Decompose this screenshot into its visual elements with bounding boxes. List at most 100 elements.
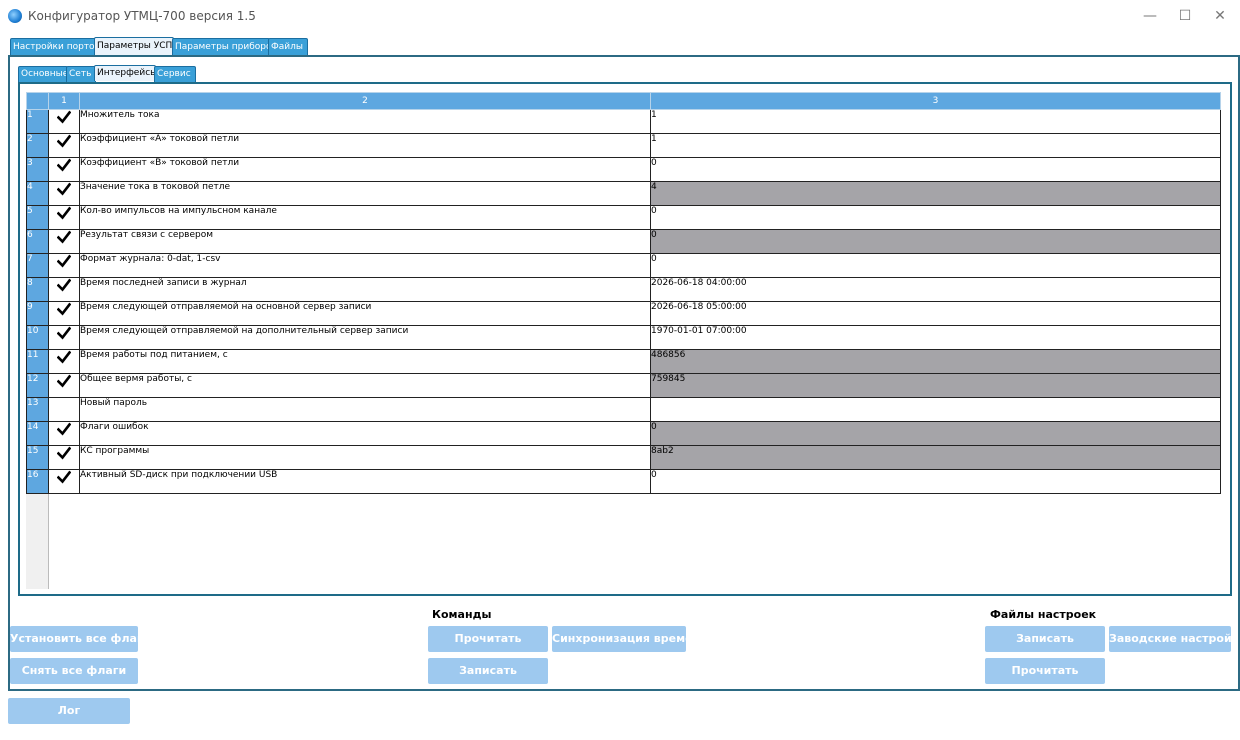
parameter-value[interactable]: 1 bbox=[650, 133, 1221, 158]
row-number[interactable]: 16 bbox=[26, 469, 49, 494]
table-row: 11 Время работы под питанием, с 486856 bbox=[26, 349, 1221, 374]
read-settings-file-button[interactable]: Прочитать bbox=[985, 658, 1105, 684]
column-header[interactable]: 2 bbox=[79, 92, 651, 110]
table-row: 12 Общее вермя работы, с 759845 bbox=[26, 373, 1221, 398]
row-number[interactable]: 14 bbox=[26, 421, 49, 446]
row-number[interactable]: 2 bbox=[26, 133, 49, 158]
maximize-button[interactable]: ☐ bbox=[1168, 4, 1202, 28]
table-row: 10 Время следующей отправляемой на дополн… bbox=[26, 325, 1221, 350]
parameters-table: 1 2 3 1 Множитель тока 1 2 Коэффициент «А» т… bbox=[26, 92, 1221, 494]
checkmark-icon bbox=[57, 134, 71, 151]
row-checkbox[interactable] bbox=[48, 277, 80, 302]
row-number[interactable]: 8 bbox=[26, 277, 49, 302]
row-number[interactable]: 9 bbox=[26, 301, 49, 326]
row-number[interactable]: 13 bbox=[26, 397, 49, 422]
row-number[interactable]: 12 bbox=[26, 373, 49, 398]
row-checkbox[interactable] bbox=[48, 373, 80, 398]
parameter-name: Время следующей отправляемой на основной… bbox=[79, 301, 651, 326]
row-checkbox[interactable] bbox=[48, 349, 80, 374]
row-checkbox[interactable] bbox=[48, 325, 80, 350]
row-number[interactable]: 3 bbox=[26, 157, 49, 182]
parameter-name: Формат журнала: 0-dat, 1-csv bbox=[79, 253, 651, 278]
parameter-name: Флаги ошибок bbox=[79, 421, 651, 446]
row-checkbox[interactable] bbox=[48, 157, 80, 182]
tab-files[interactable]: Файлы bbox=[268, 38, 308, 56]
table-row: 14 Флаги ошибок 0 bbox=[26, 421, 1221, 446]
checkmark-icon bbox=[57, 110, 71, 127]
tab-main[interactable]: Основные bbox=[18, 66, 68, 82]
row-number[interactable]: 7 bbox=[26, 253, 49, 278]
parameter-value[interactable]: 0 bbox=[650, 469, 1221, 494]
row-number[interactable]: 5 bbox=[26, 205, 49, 230]
row-number[interactable]: 10 bbox=[26, 325, 49, 350]
row-checkbox[interactable] bbox=[48, 301, 80, 326]
row-checkbox[interactable] bbox=[48, 421, 80, 446]
table-row: 16 Активный SD-диск при подключении USB 0 bbox=[26, 469, 1221, 494]
sync-time-button[interactable]: Синхронизация времени bbox=[552, 626, 686, 652]
row-number[interactable]: 1 bbox=[26, 109, 49, 134]
commands-label: Команды bbox=[432, 608, 492, 621]
row-number[interactable]: 15 bbox=[26, 445, 49, 470]
parameter-name: Множитель тока bbox=[79, 109, 651, 134]
row-checkbox[interactable] bbox=[48, 469, 80, 494]
set-all-flags-button[interactable]: Установить все флаги bbox=[10, 626, 138, 652]
parameter-name: КС программы bbox=[79, 445, 651, 470]
table-row: 7 Формат журнала: 0-dat, 1-csv 0 bbox=[26, 253, 1221, 278]
clear-all-flags-button[interactable]: Снять все флаги bbox=[10, 658, 138, 684]
parameter-name: Время следующей отправляемой на дополнит… bbox=[79, 325, 651, 350]
tab-interfaces[interactable]: Интерфейсы bbox=[94, 65, 157, 81]
checkmark-icon bbox=[57, 302, 71, 319]
parameter-value[interactable] bbox=[650, 397, 1221, 422]
tab-service[interactable]: Сервис bbox=[154, 66, 196, 82]
parameter-value: 486856 bbox=[650, 349, 1221, 374]
table-row: 9 Время следующей отправляемой на основно… bbox=[26, 301, 1221, 326]
parameter-name: Результат связи с сервером bbox=[79, 229, 651, 254]
table-row: 1 Множитель тока 1 bbox=[26, 109, 1221, 134]
parameter-name: Коэффициент «А» токовой петли bbox=[79, 133, 651, 158]
close-button[interactable]: ✕ bbox=[1203, 4, 1237, 28]
row-checkbox[interactable] bbox=[48, 133, 80, 158]
factory-settings-button[interactable]: Заводские настройки bbox=[1109, 626, 1231, 652]
tab-device-params[interactable]: Параметры приборов bbox=[172, 38, 277, 56]
log-button[interactable]: Лог bbox=[8, 698, 130, 724]
parameter-value[interactable]: 0 bbox=[650, 205, 1221, 230]
row-checkbox[interactable] bbox=[48, 109, 80, 134]
row-checkbox[interactable] bbox=[48, 397, 80, 422]
checkmark-icon bbox=[57, 470, 71, 487]
row-number[interactable]: 4 bbox=[26, 181, 49, 206]
table-row: 5 Кол-во импульсов на импульсном канале 0 bbox=[26, 205, 1221, 230]
tab-network[interactable]: Сеть bbox=[66, 66, 96, 82]
table-row: 3 Коэффициент «В» токовой петли 0 bbox=[26, 157, 1221, 182]
parameter-name: Время последней записи в журнал bbox=[79, 277, 651, 302]
row-checkbox[interactable] bbox=[48, 205, 80, 230]
app-logo-icon bbox=[8, 9, 22, 23]
settings-files-label: Файлы настроек bbox=[990, 608, 1097, 621]
row-number[interactable]: 11 bbox=[26, 349, 49, 374]
parameter-name: Общее вермя работы, с bbox=[79, 373, 651, 398]
row-checkbox[interactable] bbox=[48, 181, 80, 206]
column-header[interactable]: 1 bbox=[48, 92, 80, 110]
write-settings-file-button[interactable]: Записать bbox=[985, 626, 1105, 652]
row-checkbox[interactable] bbox=[48, 445, 80, 470]
parameter-value: 0 bbox=[650, 229, 1221, 254]
table-header-row: 1 2 3 bbox=[26, 92, 1221, 110]
read-command-button[interactable]: Прочитать bbox=[428, 626, 548, 652]
row-number[interactable]: 6 bbox=[26, 229, 49, 254]
minimize-button[interactable]: — bbox=[1133, 4, 1167, 28]
parameter-value[interactable]: 0 bbox=[650, 157, 1221, 182]
checkmark-icon bbox=[57, 374, 71, 391]
parameter-value[interactable]: 2026-06-18 04:00:00 bbox=[650, 277, 1221, 302]
parameter-value[interactable]: 1970-01-01 07:00:00 bbox=[650, 325, 1221, 350]
parameter-value: 0 bbox=[650, 421, 1221, 446]
tab-uspd-params[interactable]: Параметры УСПД bbox=[94, 37, 179, 56]
column-header[interactable]: 3 bbox=[650, 92, 1221, 110]
tab-port-settings[interactable]: Настройки портов bbox=[10, 38, 100, 56]
checkmark-icon bbox=[57, 422, 71, 439]
parameter-name: Время работы под питанием, с bbox=[79, 349, 651, 374]
row-checkbox[interactable] bbox=[48, 253, 80, 278]
parameter-value[interactable]: 1 bbox=[650, 109, 1221, 134]
parameter-value[interactable]: 0 bbox=[650, 253, 1221, 278]
row-checkbox[interactable] bbox=[48, 229, 80, 254]
parameter-value[interactable]: 2026-06-18 05:00:00 bbox=[650, 301, 1221, 326]
write-command-button[interactable]: Записать bbox=[428, 658, 548, 684]
